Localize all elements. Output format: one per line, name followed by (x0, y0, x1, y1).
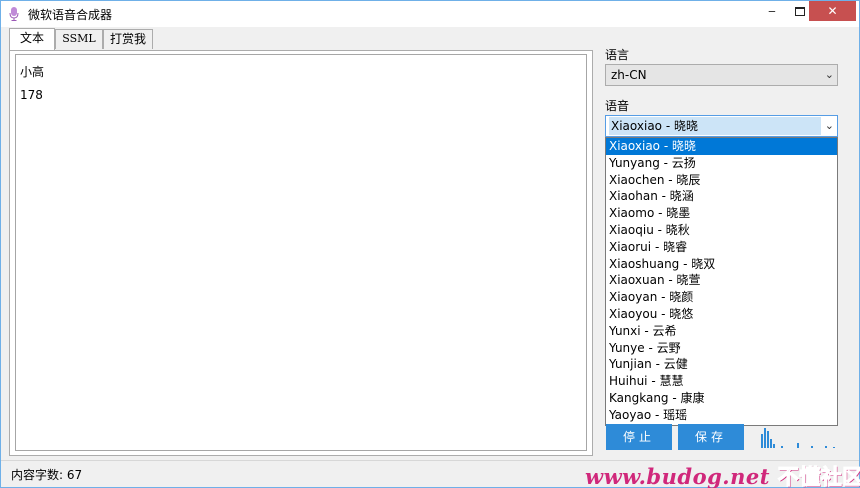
tab-panel: 小高 178 (9, 50, 593, 456)
microphone-icon (9, 7, 19, 21)
save-button[interactable]: 保存 (678, 424, 744, 450)
editor-line: 178 (20, 88, 43, 102)
chevron-down-icon: ⌄ (824, 119, 834, 132)
language-label: 语言 (605, 48, 630, 62)
voice-option[interactable]: Xiaoyou - 晓悠 (606, 306, 837, 323)
voice-option[interactable]: Kangkang - 康康 (606, 390, 837, 407)
char-count: 内容字数: 67 (11, 468, 83, 482)
voice-option[interactable]: Xiaomo - 晓墨 (606, 205, 837, 222)
level-bar (770, 439, 772, 448)
language-select[interactable]: zh-CN ⌄ (605, 64, 838, 86)
minimize-button[interactable]: ‒ (759, 1, 785, 21)
level-bar (797, 443, 799, 448)
voice-option[interactable]: Xiaoyan - 晓颜 (606, 289, 837, 306)
voice-option[interactable]: Yunxi - 云希 (606, 323, 837, 340)
tab-donate[interactable]: 打赏我 (103, 29, 153, 49)
main-window: 微软语音合成器 ‒ ✕ 文本 SSML 打赏我 小高 178 语言 zh-CN … (0, 0, 860, 488)
voice-select[interactable]: Xiaoxiao - 晓晓 ⌄ (605, 115, 838, 137)
voice-option[interactable]: Xiaochen - 晓辰 (606, 172, 837, 189)
level-bar (825, 446, 827, 448)
voice-option[interactable]: Xiaoqiu - 晓秋 (606, 222, 837, 239)
tab-ssml[interactable]: SSML (55, 29, 103, 49)
audio-level-visualizer (759, 426, 839, 448)
maximize-icon (795, 7, 805, 16)
voice-label: 语音 (605, 99, 630, 113)
watermark-site-name: 不懂社区 (777, 464, 860, 488)
window-title: 微软语音合成器 (28, 8, 113, 22)
level-bar (781, 446, 783, 448)
status-bar: 内容字数: 67 www.budog.net 不懂社区 (1, 460, 860, 488)
voice-option[interactable]: Yunjian - 云健 (606, 356, 837, 373)
text-editor[interactable]: 小高 178 (15, 54, 587, 451)
editor-line: 小高 (20, 65, 45, 79)
title-bar: 微软语音合成器 ‒ ✕ (1, 1, 859, 27)
tab-text[interactable]: 文本 (9, 28, 55, 50)
voice-option[interactable]: Yunye - 云野 (606, 340, 837, 357)
stop-button[interactable]: 停止 (606, 424, 672, 450)
voice-dropdown-list: Xiaoxiao - 晓晓 Yunyang - 云扬 Xiaochen - 晓辰… (605, 137, 838, 426)
watermark: www.budog.net 不懂社区 (585, 461, 860, 488)
level-bar (764, 428, 766, 448)
voice-option[interactable]: Xiaohan - 晓涵 (606, 188, 837, 205)
voice-option[interactable]: Xiaoxiao - 晓晓 (606, 138, 837, 155)
close-button[interactable]: ✕ (809, 1, 856, 21)
chevron-down-icon: ⌄ (824, 68, 834, 81)
level-bar (773, 444, 775, 448)
voice-option[interactable]: Yaoyao - 瑶瑶 (606, 407, 837, 424)
voice-option[interactable]: Xiaoxuan - 晓萱 (606, 272, 837, 289)
level-bar (767, 431, 769, 448)
voice-value: Xiaoxiao - 晓晓 (609, 117, 821, 135)
level-bar (811, 446, 813, 448)
voice-option[interactable]: Xiaorui - 晓睿 (606, 239, 837, 256)
voice-option[interactable]: Xiaoshuang - 晓双 (606, 256, 837, 273)
watermark-url: www.budog.net (585, 464, 770, 488)
level-bar (761, 434, 763, 448)
language-value: zh-CN (611, 68, 647, 82)
voice-option[interactable]: Huihui - 慧慧 (606, 373, 837, 390)
voice-option[interactable]: Yunyang - 云扬 (606, 155, 837, 172)
level-bar (833, 447, 835, 448)
